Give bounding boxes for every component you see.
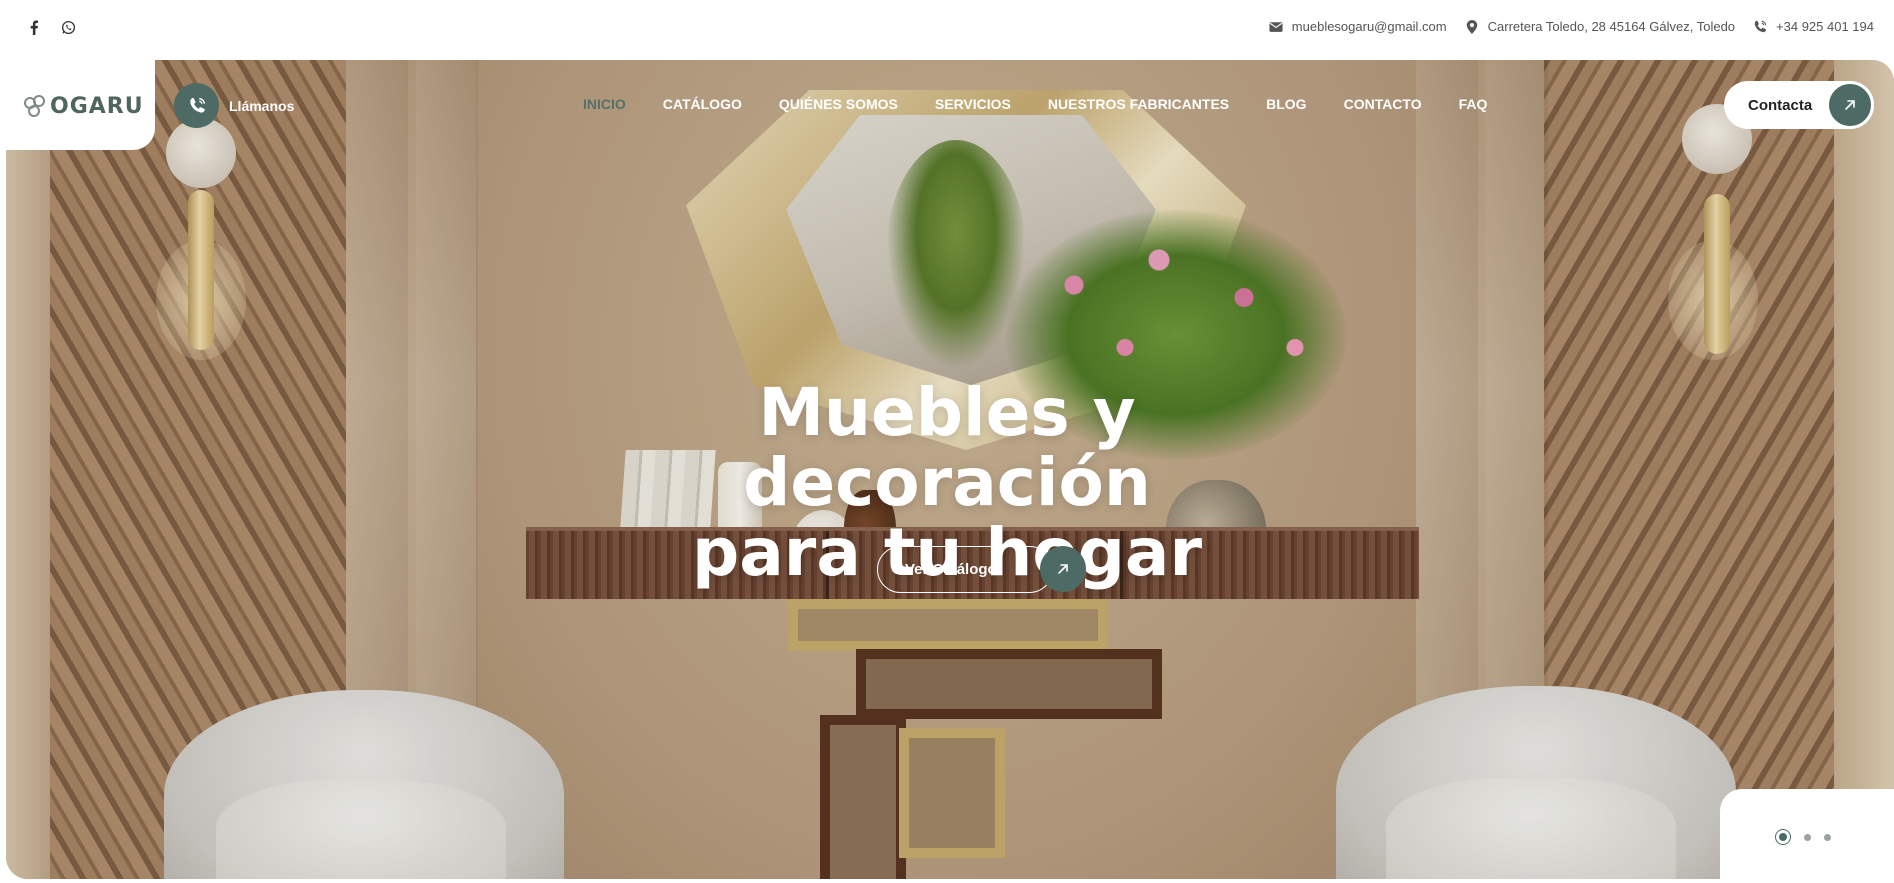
ver-catalogo-button[interactable]: Ver Catálogo [877,546,1086,593]
call-label: Llámanos [229,97,295,114]
social-links [26,19,76,35]
address-contact: Carretera Toledo, 28 45164 Gálvez, Toled… [1465,19,1735,34]
top-bar: mueblesogaru@gmail.com Carretera Toledo,… [0,0,1894,58]
nav-item-blog[interactable]: BLOG [1266,96,1306,112]
phone-text: +34 925 401 194 [1776,19,1874,34]
nav-item-nuestros-fabricantes[interactable]: NUESTROS FABRICANTES [1048,96,1229,112]
hero-title-line-1: Muebles y decoración [743,374,1151,521]
contacta-label: Contacta [1748,96,1813,114]
nav-item-inicio[interactable]: INICIO [583,96,626,112]
arrow-up-right-icon [1040,546,1086,592]
email-text: mueblesogaru@gmail.com [1291,19,1447,34]
phone-contact[interactable]: +34 925 401 194 [1753,19,1874,34]
main-nav: INICIO CATÁLOGO QUIÉNES SOMOS SERVICIOS … [583,96,1487,112]
nav-item-faq[interactable]: FAQ [1459,96,1488,112]
map-pin-icon [1466,19,1477,34]
nav-item-contacto[interactable]: CONTACTO [1344,96,1422,112]
phone-icon [1754,20,1767,32]
whatsapp-icon[interactable] [60,19,76,35]
slider-pagination [1775,829,1831,845]
nav-item-servicios[interactable]: SERVICIOS [935,96,1011,112]
contact-info: mueblesogaru@gmail.com Carretera Toledo,… [1269,19,1874,34]
email-contact[interactable]: mueblesogaru@gmail.com [1269,19,1447,34]
logo[interactable]: OGARU [24,94,144,119]
logo-text: OGARU [50,94,144,119]
slide-dot-2[interactable] [1804,833,1811,841]
phone-icon [189,97,205,113]
contacta-button[interactable]: Contacta [1724,81,1874,129]
nav-item-catalogo[interactable]: CATÁLOGO [663,96,742,112]
call-button[interactable] [174,83,219,128]
slide-dot-1[interactable] [1775,829,1791,845]
call-us[interactable]: Llámanos [174,83,294,128]
arrow-up-right-icon [1826,81,1874,129]
logo-mark-icon [24,94,48,119]
slide-dot-3[interactable] [1824,833,1831,841]
nav-item-quienes-somos[interactable]: QUIÉNES SOMOS [779,96,898,112]
facebook-icon[interactable] [26,19,42,35]
ver-catalogo-label: Ver Catálogo [905,561,997,578]
address-text: Carretera Toledo, 28 45164 Gálvez, Toled… [1487,19,1736,34]
envelope-icon [1269,21,1283,32]
